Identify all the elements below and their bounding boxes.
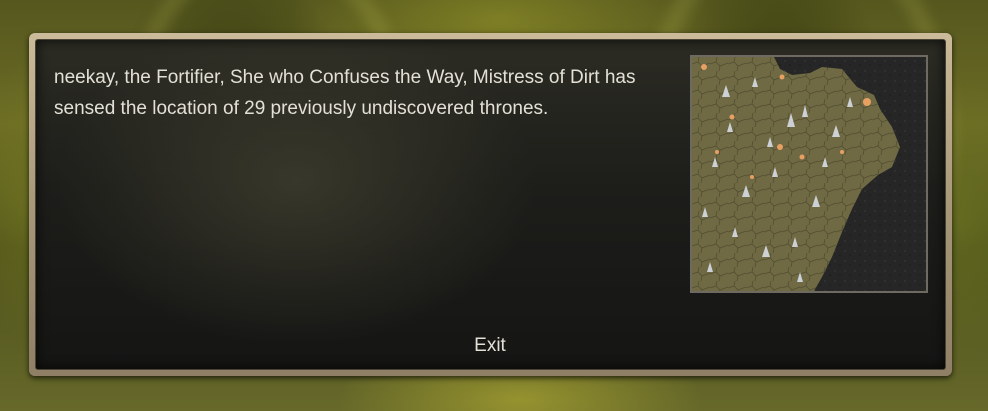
minimap-image <box>692 57 926 291</box>
dialog-panel: neekay, the Fortifier, She who Confuses … <box>35 39 946 370</box>
throne-sensed-dialog: neekay, the Fortifier, She who Confuses … <box>29 33 952 376</box>
dialog-message: neekay, the Fortifier, She who Confuses … <box>54 67 636 119</box>
exit-button[interactable]: Exit <box>452 332 528 360</box>
minimap <box>690 55 928 293</box>
